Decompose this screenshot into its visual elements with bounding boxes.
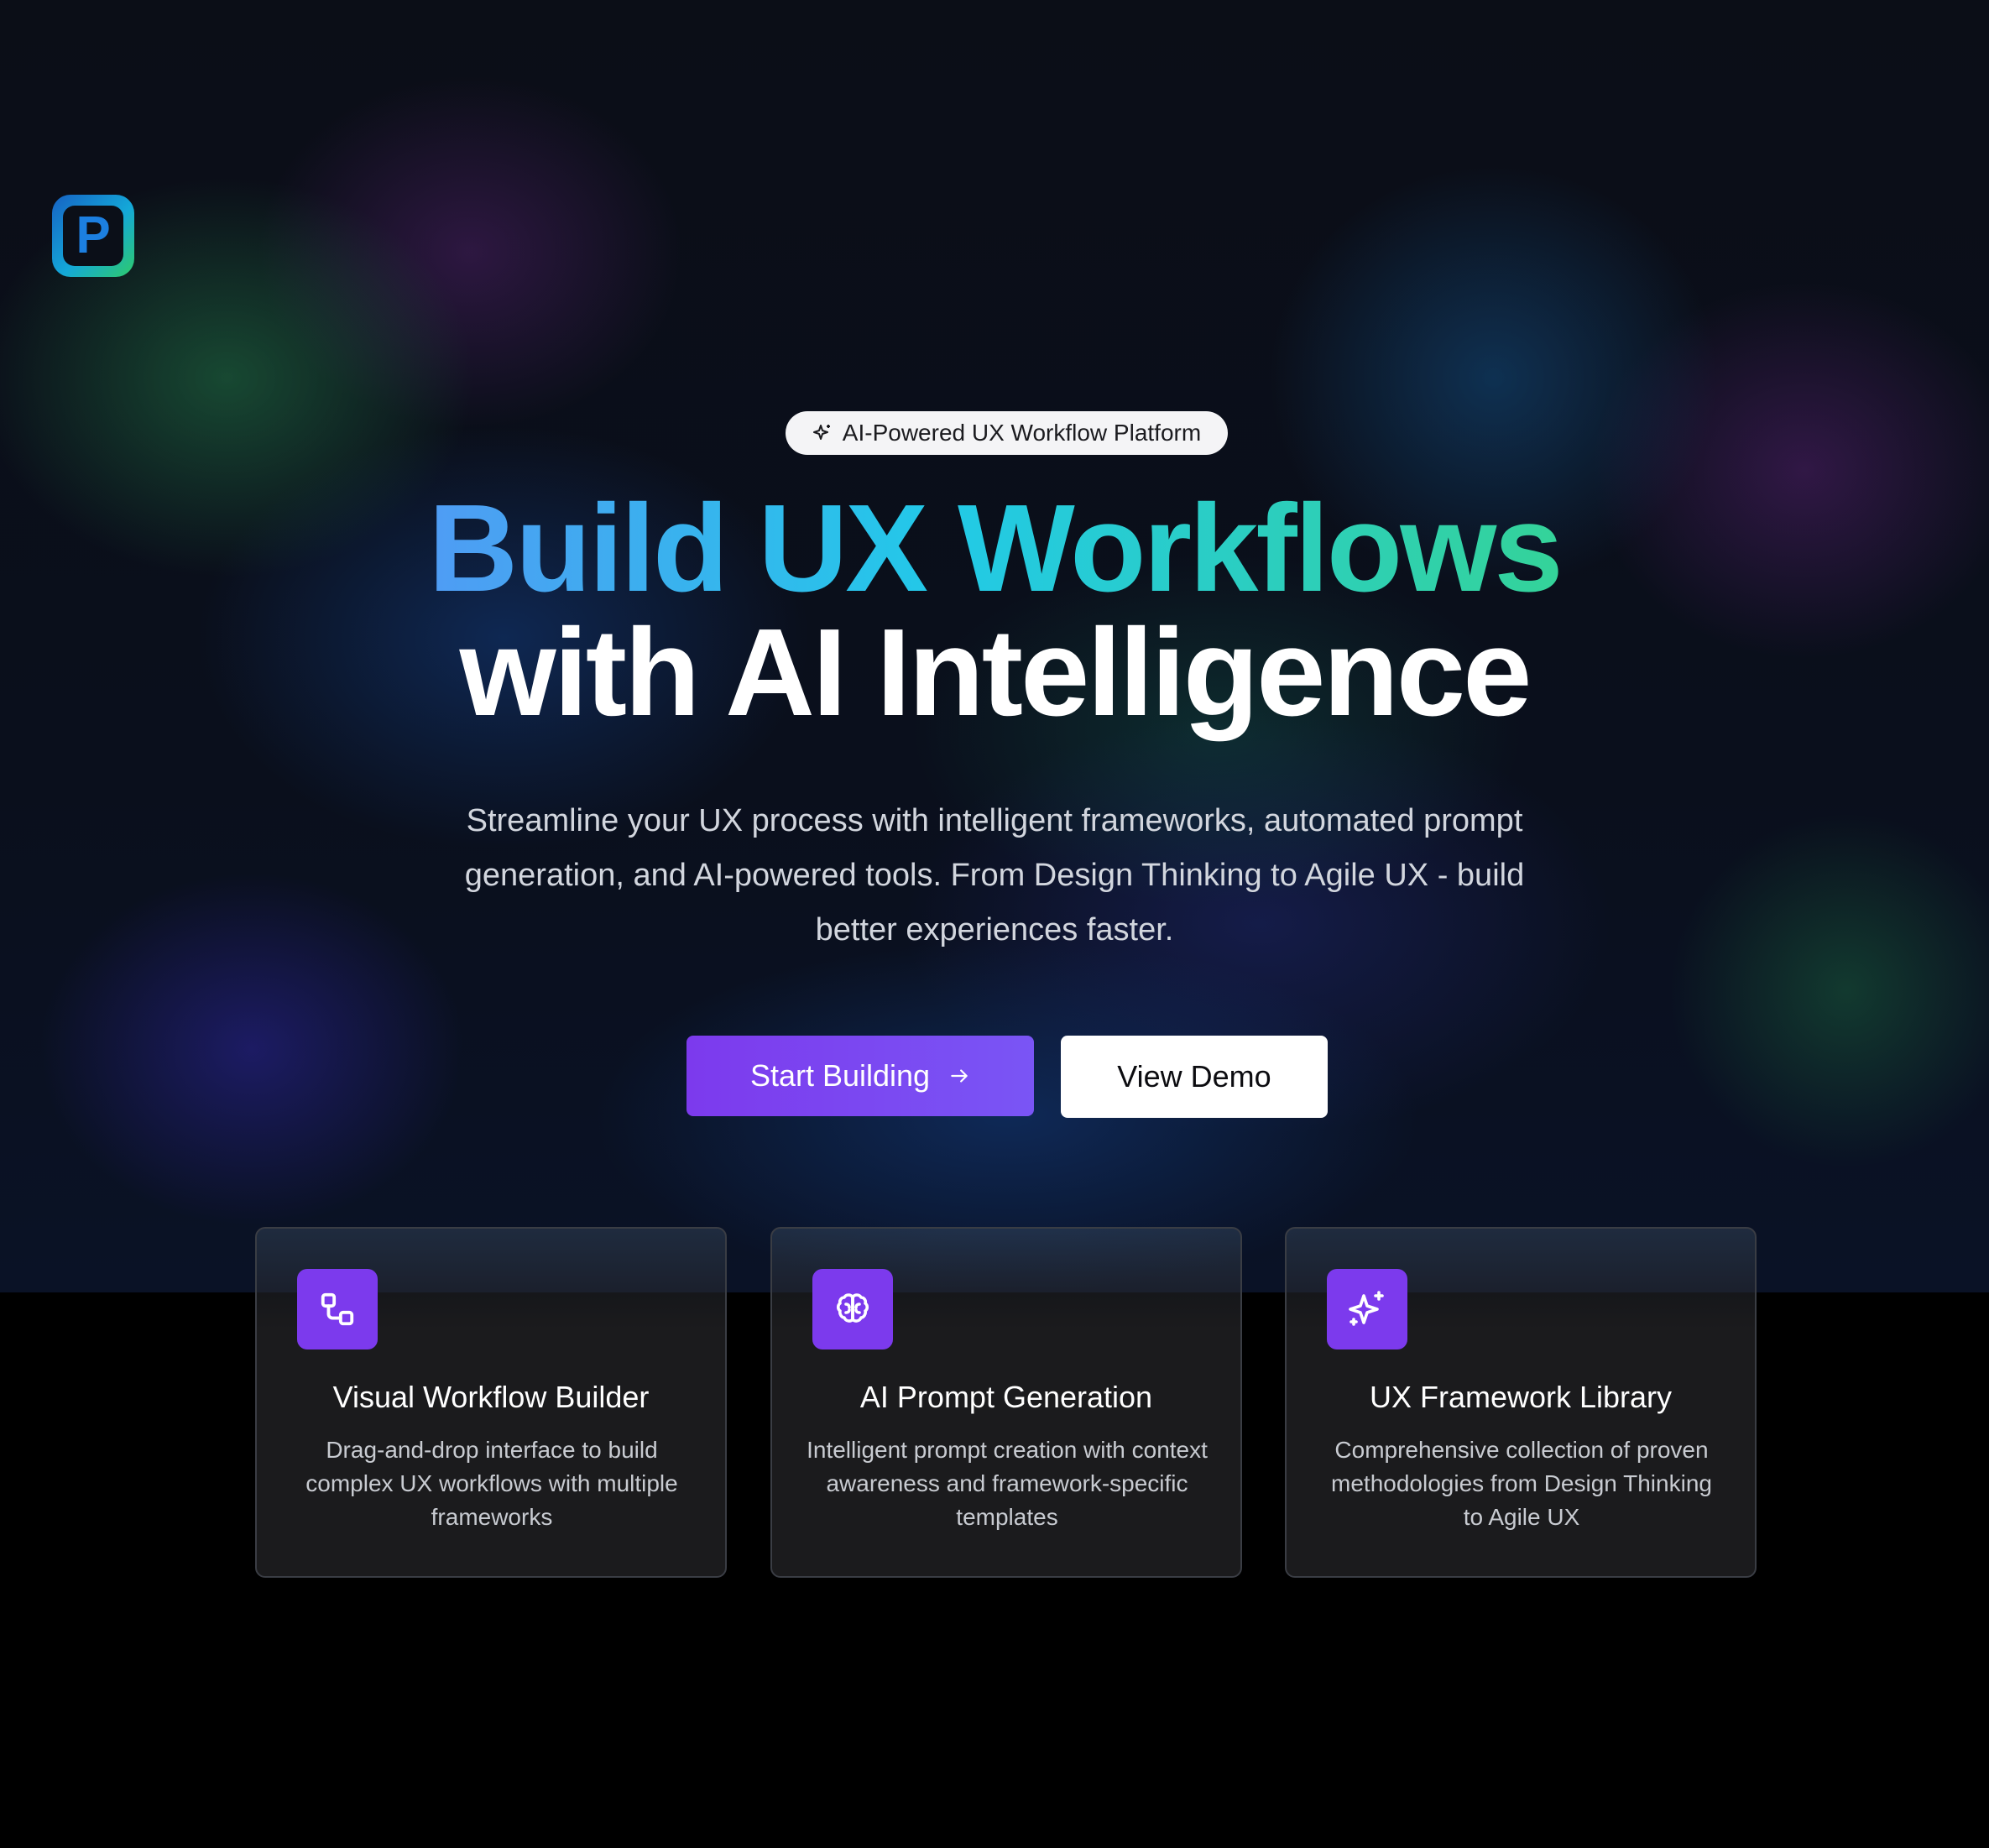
hero-subtitle: Streamline your UX process with intellig…	[464, 803, 1525, 947]
brain-icon	[836, 1293, 869, 1323]
feature-card-library: UX Framework Library Comprehensive colle…	[1285, 1227, 1757, 1578]
platform-badge: AI-Powered UX Workflow Platform	[786, 411, 1228, 455]
feature-card-prompt: AI Prompt Generation Intelligent prompt …	[770, 1227, 1242, 1578]
headline-line-2: with AI Intelligence	[459, 603, 1532, 742]
feature-card-workflow: Visual Workflow Builder Drag-and-drop in…	[255, 1227, 727, 1578]
feature-title: UX Framework Library	[1369, 1380, 1673, 1414]
feature-description: Comprehensive collection of proven metho…	[1331, 1437, 1712, 1530]
feature-icon-box	[297, 1269, 378, 1349]
hero-headline: Build UX Workflows with AI Intelligence	[0, 487, 1989, 735]
feature-description: Intelligent prompt creation with context…	[807, 1437, 1208, 1530]
start-building-label: Start Building	[749, 1058, 931, 1093]
app-logo[interactable]: P	[52, 195, 134, 277]
sparkle-icon	[812, 425, 830, 440]
view-demo-label: View Demo	[1117, 1059, 1271, 1094]
logo-letter-p-icon: P	[63, 206, 123, 266]
view-demo-button[interactable]: View Demo	[1061, 1036, 1328, 1118]
workflow-icon	[321, 1292, 354, 1326]
feature-description: Drag-and-drop interface to build complex…	[305, 1437, 678, 1530]
feature-title: AI Prompt Generation	[859, 1380, 1153, 1414]
feature-icon-box	[1327, 1269, 1407, 1349]
start-building-button[interactable]: Start Building	[686, 1036, 1034, 1116]
arrow-right-icon	[951, 1069, 968, 1083]
badge-label: AI-Powered UX Workflow Platform	[842, 420, 1202, 446]
headline-line-1: Build UX Workflows	[428, 479, 1563, 618]
feature-title: Visual Workflow Builder	[332, 1380, 650, 1414]
sparkles-icon	[1349, 1291, 1384, 1326]
feature-icon-box	[812, 1269, 893, 1349]
